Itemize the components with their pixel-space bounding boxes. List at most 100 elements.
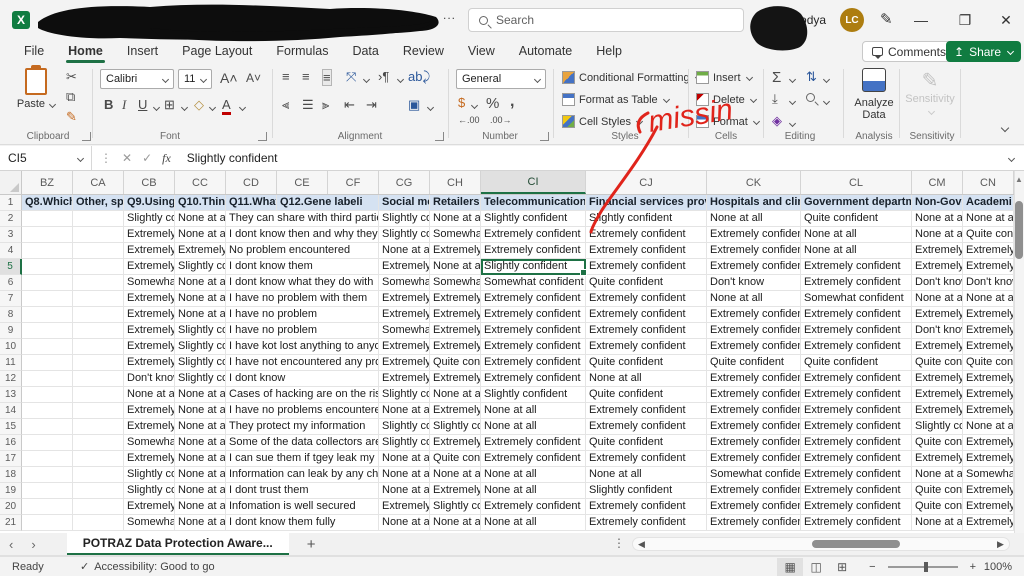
column-header-CH[interactable]: CH bbox=[430, 171, 481, 194]
cell-BZ14[interactable] bbox=[22, 403, 73, 419]
cell-CM14[interactable]: Extremely confident bbox=[912, 403, 963, 419]
row-header-6[interactable]: 6 bbox=[0, 275, 22, 291]
cell-CG16[interactable]: Slightly confident bbox=[379, 435, 430, 451]
cell-styles-button[interactable]: Cell Styles bbox=[562, 115, 642, 128]
cell-CB19[interactable]: Slightly confident bbox=[124, 483, 175, 499]
row-header-12[interactable]: 12 bbox=[0, 371, 22, 387]
cell-CB20[interactable]: Extremely confident bbox=[124, 499, 175, 515]
cell-CN17[interactable]: Extremely confident bbox=[963, 451, 1014, 467]
cell-CB2[interactable]: Slightly confident bbox=[124, 211, 175, 227]
cell-CA13[interactable] bbox=[73, 387, 124, 403]
cell-CM17[interactable]: Extremely confident bbox=[912, 451, 963, 467]
align-left-icon[interactable]: ⫷ bbox=[282, 97, 289, 113]
cell-CB12[interactable]: Don't know bbox=[124, 371, 175, 387]
cell-CG15[interactable]: Slightly confident bbox=[379, 419, 430, 435]
format-as-table-button[interactable]: Format as Table bbox=[562, 93, 669, 106]
cell-CJ21[interactable]: Extremely confident bbox=[586, 515, 707, 531]
cell-CN11[interactable]: Quite confident bbox=[963, 355, 1014, 371]
cell-CG18[interactable]: None at all bbox=[379, 467, 430, 483]
cell-CG1[interactable]: Social mec bbox=[379, 195, 430, 211]
cell-BZ8[interactable] bbox=[22, 307, 73, 323]
cell-CA3[interactable] bbox=[73, 227, 124, 243]
cell-CD7[interactable]: I have no problem with them bbox=[226, 291, 379, 307]
cell-CM21[interactable]: None at all bbox=[912, 515, 963, 531]
cell-CA8[interactable] bbox=[73, 307, 124, 323]
cell-CH9[interactable]: Extremely confident bbox=[430, 323, 481, 339]
cell-CJ2[interactable]: Slightly confident bbox=[586, 211, 707, 227]
cell-CB16[interactable]: Somewhat confident bbox=[124, 435, 175, 451]
share-button[interactable]: ↥ Share bbox=[946, 41, 1021, 62]
cell-CD17[interactable]: I can sue them if tgey leak my ir bbox=[226, 451, 379, 467]
cell-CN8[interactable]: Extremely confident bbox=[963, 307, 1014, 323]
cell-CI13[interactable]: Slightly confident bbox=[481, 387, 586, 403]
cell-CL14[interactable]: Extremely confident bbox=[801, 403, 912, 419]
cell-CG6[interactable]: Somewhat confident bbox=[379, 275, 430, 291]
sheetbar-more-icon[interactable]: ⋮ bbox=[613, 536, 625, 550]
column-header-CD[interactable]: CD bbox=[226, 171, 277, 194]
column-header-CI[interactable]: CI bbox=[481, 171, 586, 194]
cell-CI15[interactable]: None at all bbox=[481, 419, 586, 435]
cell-CI16[interactable]: Extremely confident bbox=[481, 435, 586, 451]
zoom-slider-thumb[interactable] bbox=[924, 562, 928, 572]
row-header-13[interactable]: 13 bbox=[0, 387, 22, 403]
cell-CG20[interactable]: Extremely confident bbox=[379, 499, 430, 515]
cell-CC5[interactable]: Slightly confident bbox=[175, 259, 226, 275]
cell-CN14[interactable]: Extremely confident bbox=[963, 403, 1014, 419]
cell-CC6[interactable]: None at all bbox=[175, 275, 226, 291]
cell-CL8[interactable]: Extremely confident bbox=[801, 307, 912, 323]
cell-CJ3[interactable]: Extremely confident bbox=[586, 227, 707, 243]
cell-CG3[interactable]: Slightly confident bbox=[379, 227, 430, 243]
sort-filter-icon[interactable]: ⇅ bbox=[806, 69, 817, 85]
fill-color-chevron[interactable] bbox=[209, 104, 216, 111]
cell-CN3[interactable]: Quite confident bbox=[963, 227, 1014, 243]
scroll-left-arrow[interactable]: ◀ bbox=[638, 539, 645, 550]
cell-CG9[interactable]: Somewhat confident bbox=[379, 323, 430, 339]
cell-CG12[interactable]: Extremely confident bbox=[379, 371, 430, 387]
cell-BZ21[interactable] bbox=[22, 515, 73, 531]
cell-CL3[interactable]: None at all bbox=[801, 227, 912, 243]
accounting-format-icon[interactable]: $ bbox=[458, 95, 465, 110]
cell-CB18[interactable]: Slightly confident bbox=[124, 467, 175, 483]
cell-CB11[interactable]: Extremely confident bbox=[124, 355, 175, 371]
cell-CD10[interactable]: I have kot lost anything to anyo bbox=[226, 339, 379, 355]
fill-down-icon[interactable]: ⤓ bbox=[772, 91, 778, 107]
cell-CM1[interactable]: Non-Gove bbox=[912, 195, 963, 211]
draw-pen-icon[interactable]: ✎ bbox=[880, 10, 893, 28]
menu-tab-review[interactable]: Review bbox=[393, 41, 454, 63]
format-painter-icon[interactable]: ✎ bbox=[66, 109, 77, 125]
cell-CA1[interactable]: Other, spe bbox=[73, 195, 124, 211]
cell-CL18[interactable]: Extremely confident bbox=[801, 467, 912, 483]
cell-CN20[interactable]: Extremely confident bbox=[963, 499, 1014, 515]
cell-CC4[interactable]: Extremely confident bbox=[175, 243, 226, 259]
cell-CH4[interactable]: Extremely confident bbox=[430, 243, 481, 259]
decrease-decimal-icon[interactable]: .00→ bbox=[490, 115, 512, 125]
cell-CI18[interactable]: None at all bbox=[481, 467, 586, 483]
cell-BZ13[interactable] bbox=[22, 387, 73, 403]
cell-CL17[interactable]: Extremely confident bbox=[801, 451, 912, 467]
cell-CL2[interactable]: Quite confident bbox=[801, 211, 912, 227]
cell-BZ20[interactable] bbox=[22, 499, 73, 515]
decrease-font-icon[interactable]: A˅ bbox=[246, 71, 261, 85]
find-select-icon[interactable] bbox=[806, 93, 815, 105]
cut-icon[interactable]: ✂ bbox=[66, 69, 77, 85]
cell-CA15[interactable] bbox=[73, 419, 124, 435]
cell-CI14[interactable]: None at all bbox=[481, 403, 586, 419]
row-header-19[interactable]: 19 bbox=[0, 483, 22, 499]
cancel-entry-icon[interactable]: ✕ bbox=[122, 151, 132, 165]
cell-CN19[interactable]: Extremely confident bbox=[963, 483, 1014, 499]
cell-CC15[interactable]: None at all bbox=[175, 419, 226, 435]
cell-CL6[interactable]: Extremely confident bbox=[801, 275, 912, 291]
fx-icon[interactable]: fx bbox=[162, 151, 171, 166]
cell-CD6[interactable]: I dont know what they do with bbox=[226, 275, 379, 291]
cell-CA18[interactable] bbox=[73, 467, 124, 483]
font-dialog-launcher[interactable] bbox=[258, 132, 267, 141]
cell-CG21[interactable]: None at all bbox=[379, 515, 430, 531]
cell-CH17[interactable]: Quite confident bbox=[430, 451, 481, 467]
number-dialog-launcher[interactable] bbox=[540, 132, 549, 141]
column-header-CM[interactable]: CM bbox=[912, 171, 963, 194]
insert-cells-button[interactable]: Insert bbox=[696, 71, 752, 84]
cell-CC2[interactable]: None at all bbox=[175, 211, 226, 227]
row-header-4[interactable]: 4 bbox=[0, 243, 22, 259]
menu-tab-insert[interactable]: Insert bbox=[117, 41, 168, 63]
cell-CM11[interactable]: Quite confident bbox=[912, 355, 963, 371]
